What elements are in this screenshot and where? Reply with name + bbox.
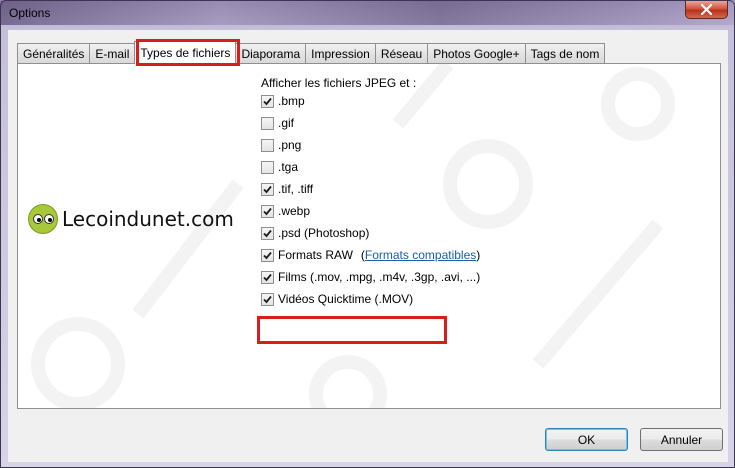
check-icon (263, 295, 272, 303)
tab-tags-de-nom[interactable]: Tags de nom (524, 43, 606, 64)
check-icon (263, 207, 272, 215)
file-type-label: .psd (Photoshop) (278, 226, 370, 240)
window-title: Options (9, 6, 51, 20)
options-window: Options Généralités E-mail Types de fich… (0, 0, 735, 468)
tab-reseau[interactable]: Réseau (374, 43, 429, 64)
file-type-row[interactable]: Films (.mov, .mpg, .m4v, .3gp, .avi, ...… (261, 268, 480, 286)
file-type-label: Films (.mov, .mpg, .m4v, .3gp, .avi, ...… (278, 270, 481, 284)
check-icon (263, 97, 272, 105)
file-type-row[interactable]: Formats RAW(Formats compatibles) (261, 246, 480, 264)
site-logo: Lecoindunet.com (28, 204, 234, 234)
tab-bar: Généralités E-mail Types de fichiers Dia… (17, 41, 606, 64)
file-types-panel: Lecoindunet.com Afficher les fichiers JP… (17, 63, 721, 409)
checkbox-checked[interactable] (261, 204, 274, 218)
file-type-label: .png (278, 138, 302, 152)
dialog-body: Généralités E-mail Types de fichiers Dia… (8, 30, 728, 462)
checkbox-unchecked[interactable] (261, 116, 274, 130)
tab-label: E-mail (95, 47, 130, 61)
tab-email[interactable]: E-mail (89, 43, 136, 64)
tab-label: Diaporama (241, 47, 301, 61)
file-type-label: .tif, .tiff (278, 182, 314, 196)
file-type-row[interactable]: .png (261, 136, 301, 154)
checkbox-unchecked[interactable] (261, 160, 274, 174)
close-icon (701, 4, 712, 15)
tab-types-de-fichiers[interactable]: Types de fichiers (134, 41, 237, 64)
file-type-row[interactable]: .tga (261, 158, 298, 176)
title-bar[interactable]: Options (1, 1, 734, 25)
file-type-label: .bmp (278, 94, 305, 108)
file-type-label: .webp (278, 204, 311, 218)
file-type-row[interactable]: .bmp (261, 92, 305, 110)
tab-diaporama[interactable]: Diaporama (235, 43, 307, 64)
logo-face-icon (28, 204, 58, 234)
tab-label: Photos Google+ (433, 47, 520, 61)
cancel-button[interactable]: Annuler (640, 428, 723, 451)
check-icon (263, 273, 272, 281)
check-icon (263, 229, 272, 237)
ok-button[interactable]: OK (545, 428, 628, 451)
tab-label: Réseau (380, 47, 423, 61)
tab-label: Tags de nom (530, 47, 600, 61)
file-type-label: Formats RAW (278, 248, 353, 262)
file-types-heading: Afficher les fichiers JPEG et : (261, 76, 417, 90)
checkbox-checked[interactable] (261, 270, 274, 284)
file-types-list: Afficher les fichiers JPEG et : .bmp .gif… (261, 74, 480, 306)
checkbox-checked[interactable] (261, 248, 274, 262)
file-type-row[interactable]: Vidéos Quicktime (.MOV) (261, 290, 413, 308)
checkbox-checked[interactable] (261, 226, 274, 240)
checkbox-checked[interactable] (261, 182, 274, 196)
file-type-label: .gif (278, 116, 295, 130)
tab-generalites[interactable]: Généralités (17, 43, 91, 64)
close-button[interactable] (685, 1, 728, 19)
tab-label: Impression (311, 47, 370, 61)
checkbox-checked[interactable] (261, 292, 274, 306)
file-type-label: .tga (278, 160, 299, 174)
file-type-label: Vidéos Quicktime (.MOV) (278, 292, 414, 306)
file-type-row[interactable]: .psd (Photoshop) (261, 224, 369, 242)
tab-photos-google[interactable]: Photos Google+ (427, 43, 526, 64)
check-icon (263, 251, 272, 259)
tab-impression[interactable]: Impression (305, 43, 376, 64)
logo-text: Lecoindunet.com (62, 207, 234, 231)
checkbox-checked[interactable] (261, 94, 274, 108)
file-type-row[interactable]: .webp (261, 202, 310, 220)
tab-label: Généralités (23, 47, 85, 61)
file-type-row[interactable]: .gif (261, 114, 294, 132)
checkbox-unchecked[interactable] (261, 138, 274, 152)
check-icon (263, 185, 272, 193)
tab-label: Types de fichiers (140, 46, 231, 60)
formats-compatibles-link[interactable]: Formats compatibles (365, 248, 476, 262)
file-type-row[interactable]: .tif, .tiff (261, 180, 313, 198)
link-paren-close: ) (476, 248, 481, 262)
quicktime-highlight-box (257, 316, 447, 344)
